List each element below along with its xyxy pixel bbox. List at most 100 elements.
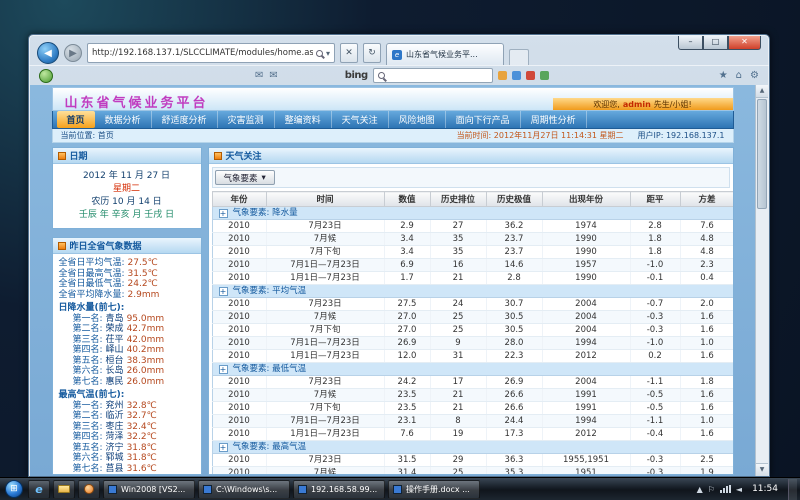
- table-cell: 1991: [542, 389, 630, 402]
- gear-icon[interactable]: ⚙: [750, 70, 759, 81]
- toolbar-logo-icon[interactable]: [39, 69, 53, 83]
- table-row: 20107月1日—7月23日23.1824.41994-1.11.0: [212, 415, 733, 428]
- toolbar-app-icon-2[interactable]: [512, 71, 521, 80]
- favorites-star-icon[interactable]: ★: [719, 70, 728, 81]
- taskbar-window-button[interactable]: C:\Windows\s...: [198, 480, 290, 499]
- table-section-row[interactable]: +气象要素: 平均气温: [212, 285, 733, 298]
- station-name: 青岛: [106, 314, 124, 324]
- new-tab-button[interactable]: [509, 49, 529, 65]
- table-row: 20107月下旬3.43523.719901.84.8: [212, 246, 733, 259]
- table-cell: 1955,1951: [542, 454, 630, 467]
- nav-item[interactable]: 灾害监测: [218, 111, 275, 128]
- table-cell: 36.3: [486, 454, 542, 467]
- send-mail-icon[interactable]: ✉: [269, 70, 277, 81]
- table-cell: 1.9: [680, 467, 733, 475]
- table-section-row[interactable]: +气象要素: 降水量: [212, 207, 733, 220]
- rank-label: 第七名:: [73, 464, 103, 474]
- expand-icon[interactable]: +: [219, 443, 228, 452]
- refresh-button[interactable]: ↻: [363, 43, 381, 63]
- window-controls: – □ ✕: [678, 36, 761, 50]
- address-bar[interactable]: http://192.168.137.1/SLCCLIMATE/modules/…: [87, 43, 335, 63]
- close-button[interactable]: ✕: [728, 36, 761, 50]
- action-center-flag-icon[interactable]: ⚐: [708, 485, 715, 494]
- toolbar-app-icon-4[interactable]: [540, 71, 549, 80]
- ie-taskbar-icon[interactable]: e: [28, 480, 50, 499]
- weather-rank-item: 第六名:郓城31.8℃: [59, 453, 199, 464]
- table-cell: 2.3: [680, 259, 733, 272]
- table-cell: 7月23日: [266, 454, 384, 467]
- table-cell: 7月23日: [266, 376, 384, 389]
- expand-icon[interactable]: +: [219, 209, 228, 218]
- search-icon[interactable]: [316, 50, 323, 57]
- table-section-row[interactable]: +气象要素: 最低气温: [212, 363, 733, 376]
- scroll-up-icon[interactable]: ▲: [756, 85, 768, 98]
- bing-search: bing: [345, 68, 549, 83]
- weather-summary-item: 全省日最高气温:31.5℃: [59, 269, 199, 280]
- weather-group-title: 日降水量(前七):: [59, 303, 199, 314]
- nav-item[interactable]: 舒适度分析: [152, 111, 218, 128]
- table-cell: 7.6: [384, 428, 430, 441]
- weather-summary-label: 全省日平均气温:: [59, 258, 125, 268]
- media-player-taskbar-icon[interactable]: [78, 480, 100, 499]
- expand-icon[interactable]: +: [219, 287, 228, 296]
- rank-label: 第五名:: [73, 443, 103, 453]
- volume-icon[interactable]: ◄: [736, 485, 742, 494]
- window-icon: [108, 485, 117, 494]
- station-name: 惠民: [106, 377, 124, 387]
- expand-icon[interactable]: +: [219, 365, 228, 374]
- taskbar-window-button[interactable]: 192.168.58.99...: [293, 480, 385, 499]
- welcome-prefix: 欢迎您,: [593, 99, 620, 110]
- show-desktop-button[interactable]: [788, 479, 797, 500]
- mail-icon[interactable]: ✉: [255, 70, 263, 81]
- home-icon[interactable]: ⌂: [736, 70, 742, 81]
- taskbar-window-button[interactable]: Win2008 [VS2...: [103, 480, 195, 499]
- minimize-button[interactable]: –: [678, 36, 703, 50]
- table-cell: 2.0: [680, 298, 733, 311]
- stop-button[interactable]: ✕: [340, 43, 358, 63]
- nav-item[interactable]: 面向下行产品: [446, 111, 521, 128]
- taskbar-window-button[interactable]: 操作手册.docx ...: [388, 480, 480, 499]
- browser-tab[interactable]: e 山东省气候业务平...: [386, 43, 504, 65]
- browser-window: – □ ✕ ◀ ▶ http://192.168.137.1/SLCCLIMAT…: [28, 34, 770, 477]
- table-cell: 3.4: [384, 233, 430, 246]
- weather-rank-item: 第五名:济宁31.8℃: [59, 443, 199, 454]
- nav-item[interactable]: 首页: [57, 111, 95, 128]
- back-button[interactable]: ◀: [37, 42, 59, 64]
- table-cell: 1.0: [680, 337, 733, 350]
- table-section-row[interactable]: +气象要素: 最高气温: [212, 441, 733, 454]
- forward-button[interactable]: ▶: [64, 44, 82, 62]
- nav-item[interactable]: 周期性分析: [521, 111, 587, 128]
- welcome-username: admin: [623, 100, 651, 109]
- scroll-down-icon[interactable]: ▼: [756, 463, 768, 476]
- explorer-taskbar-icon[interactable]: [53, 480, 75, 499]
- start-button[interactable]: ⊞: [5, 480, 23, 498]
- table-cell: 24.2: [384, 376, 430, 389]
- weather-groups: 日降水量(前七):第一名:青岛95.0mm第二名:荣成42.7mm第三名:茌平4…: [59, 303, 199, 474]
- network-icon[interactable]: [720, 485, 731, 493]
- scrollbar-thumb[interactable]: [757, 99, 767, 209]
- table-cell: -0.3: [630, 324, 680, 337]
- table-cell: 1.8: [630, 246, 680, 259]
- table-row: 20107月23日2.92736.219742.87.6: [212, 220, 733, 233]
- nav-item[interactable]: 风险地图: [389, 111, 446, 128]
- nav-item[interactable]: 数据分析: [95, 111, 152, 128]
- table-cell: 23.1: [384, 415, 430, 428]
- table-cell: 7月23日: [266, 220, 384, 233]
- bing-search-input[interactable]: [373, 68, 493, 83]
- maximize-button[interactable]: □: [703, 36, 728, 50]
- element-filter-button[interactable]: 气象要素 ▾: [215, 170, 275, 185]
- toolbar-app-icon-3[interactable]: [526, 71, 535, 80]
- table-cell: -0.3: [630, 467, 680, 475]
- nav-item[interactable]: 天气关注: [332, 111, 389, 128]
- table-cell: 7月1日—7月23日: [266, 337, 384, 350]
- tray-up-icon[interactable]: ▲: [697, 485, 703, 494]
- address-dropdown-icon[interactable]: ▾: [326, 49, 330, 58]
- clock[interactable]: 11:54: [747, 484, 783, 494]
- vertical-scrollbar[interactable]: ▲ ▼: [755, 85, 768, 476]
- toolbar-app-icon-1[interactable]: [498, 71, 507, 80]
- table-cell: 7月候: [266, 389, 384, 402]
- nav-item[interactable]: 整编资料: [275, 111, 332, 128]
- weather-table-head-row: 年份时间数值历史排位历史极值出现年份距平方差: [212, 192, 733, 207]
- table-cell: 7月候: [266, 233, 384, 246]
- bing-search-icon[interactable]: [378, 72, 385, 79]
